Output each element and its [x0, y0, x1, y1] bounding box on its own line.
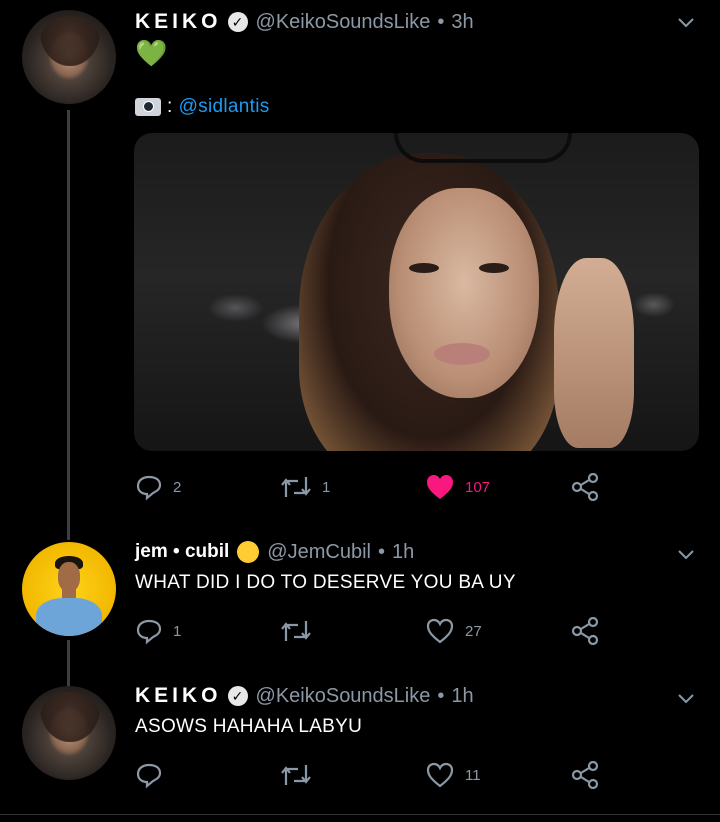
share-button[interactable] [571, 760, 601, 790]
tweet-header: jem • cubil @JemCubil • 1h [135, 540, 414, 564]
share-icon [571, 473, 599, 501]
tweet-emoji: 💚 [135, 38, 168, 68]
display-name[interactable]: KEIKO [135, 10, 222, 34]
tweet-text: WHAT DID I DO TO DESERVE YOU BA UY [135, 572, 516, 593]
retweet-icon [281, 765, 311, 785]
verified-icon: ✓ [227, 12, 248, 32]
reply-button[interactable]: 1 [135, 616, 181, 646]
reply-icon [136, 475, 162, 501]
mention-link[interactable]: @sidlantis [179, 96, 270, 118]
like-count: 107 [465, 478, 491, 496]
retweet-button[interactable]: 1 [280, 472, 330, 502]
like-count: 11 [465, 766, 481, 784]
handle[interactable]: @JemCubil [267, 541, 371, 564]
tweet-actions: 1 27 [135, 616, 615, 646]
like-button[interactable]: 107 [425, 472, 490, 502]
display-name[interactable]: jem • cubil [135, 541, 229, 563]
share-icon [571, 761, 599, 789]
timestamp[interactable]: 1h [392, 541, 414, 564]
chevron-down-icon[interactable] [676, 544, 696, 564]
separator-dot: • [377, 540, 385, 563]
tweet-keiko-reply[interactable]: KEIKO ✓ @KeikoSoundsLike • 1h ASOWS HAHA… [0, 676, 720, 816]
photo-hand [554, 258, 634, 448]
like-button[interactable]: 27 [425, 616, 482, 646]
like-icon [427, 475, 453, 499]
handle[interactable]: @KeikoSoundsLike [256, 11, 431, 34]
reply-icon [136, 619, 162, 645]
timestamp[interactable]: 1h [451, 685, 473, 708]
reply-button[interactable]: 2 [135, 472, 181, 502]
retweet-icon [281, 477, 311, 497]
chevron-down-icon[interactable] [676, 688, 696, 708]
like-icon [426, 618, 454, 644]
share-icon [571, 617, 599, 645]
avatar[interactable] [22, 10, 116, 104]
yellow-circle-icon [237, 541, 260, 563]
tweet-actions: 2 1 107 [135, 472, 615, 502]
display-name[interactable]: KEIKO [135, 684, 222, 708]
photo-face [389, 188, 539, 398]
share-button[interactable] [571, 472, 601, 502]
camera-icon [135, 98, 161, 116]
chevron-down-icon[interactable] [676, 12, 696, 32]
photo-lips [434, 343, 490, 365]
tweet-header: KEIKO ✓ @KeikoSoundsLike • 3h [135, 10, 474, 34]
credit-separator: : [167, 96, 173, 117]
avatar[interactable] [22, 686, 116, 780]
separator-dot: • [437, 684, 445, 707]
share-button[interactable] [571, 616, 601, 646]
like-button[interactable]: 11 [425, 760, 481, 790]
photo-eye-left [409, 263, 439, 273]
retweet-button[interactable] [280, 616, 322, 646]
reply-icon [136, 763, 162, 789]
verified-icon: ✓ [227, 686, 248, 706]
tweet-jem-reply[interactable]: jem • cubil @JemCubil • 1h WHAT DID I DO… [0, 530, 720, 670]
retweet-count: 1 [322, 478, 331, 496]
timestamp[interactable]: 3h [451, 11, 473, 34]
like-icon [426, 762, 454, 788]
tweet-text: ASOWS HAHAHA LABYU [135, 716, 363, 737]
reply-button[interactable] [135, 760, 173, 790]
tweet-header: KEIKO ✓ @KeikoSoundsLike • 1h [135, 684, 474, 708]
retweet-icon [281, 621, 311, 641]
reply-count: 2 [173, 478, 182, 496]
photo-credit: : @sidlantis [135, 96, 270, 118]
photo-eye-right [479, 263, 509, 273]
reply-count: 1 [173, 622, 182, 640]
tweet-photo[interactable] [134, 133, 699, 451]
bottom-divider [0, 814, 720, 815]
separator-dot: • [437, 10, 445, 33]
tweet-keiko-main[interactable]: KEIKO ✓ @KeikoSoundsLike • 3h 💚 : @sidla… [0, 0, 720, 520]
avatar-shirt [36, 598, 102, 636]
photo-sunglasses [394, 133, 572, 163]
retweet-button[interactable] [280, 760, 322, 790]
like-count: 27 [465, 622, 482, 640]
tweet-actions: 11 [135, 760, 615, 790]
avatar[interactable] [22, 542, 116, 636]
handle[interactable]: @KeikoSoundsLike [256, 685, 431, 708]
